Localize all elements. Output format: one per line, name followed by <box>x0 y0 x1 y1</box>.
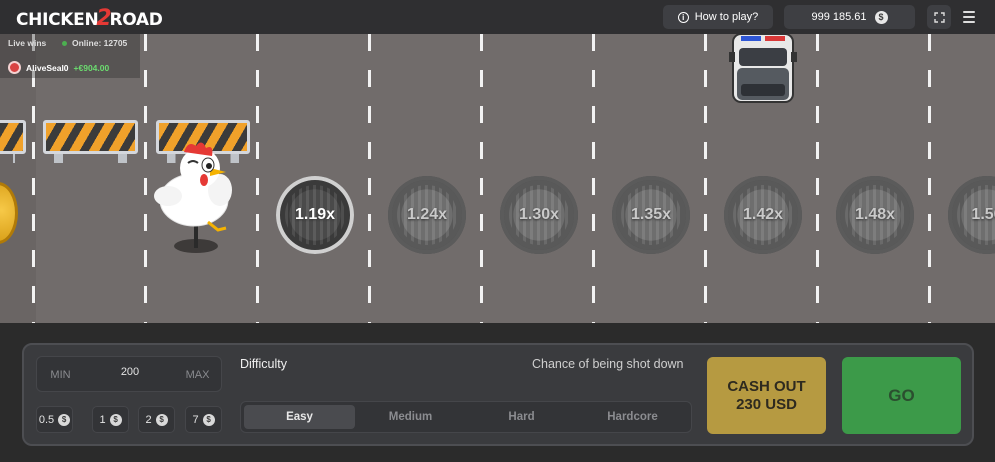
fullscreen-icon <box>933 11 945 23</box>
quick-bet-label: 0.5 <box>38 413 55 426</box>
multiplier-value: 1.24x <box>406 206 448 223</box>
info-icon: i <box>677 11 689 23</box>
quick-bet-label: 7 <box>192 413 199 426</box>
lane-divider <box>704 34 707 323</box>
multiplier-value: 1.56 <box>971 206 995 223</box>
multiplier-value: 1.30x <box>518 206 560 223</box>
lane-divider <box>256 34 259 323</box>
police-car-icon <box>729 34 797 103</box>
multiplier-value: 1.19x <box>294 206 336 223</box>
quick-bet-label: 1 <box>99 413 106 426</box>
lane-divider <box>480 34 483 323</box>
hamburger-menu-icon[interactable] <box>960 8 978 26</box>
cash-out-label: CASH OUT <box>727 377 806 395</box>
multiplier-manhole: 1.19x <box>276 176 354 254</box>
quick-bet-button[interactable]: 2 $ <box>138 406 175 433</box>
chicken-icon <box>154 142 232 253</box>
live-wins-panel: Live wins Online: 12705 AliveSeal0 +€904… <box>0 34 140 78</box>
fullscreen-button[interactable] <box>927 5 951 29</box>
cash-out-button[interactable]: CASH OUT 230 USD <box>707 357 826 434</box>
lane-divider <box>592 34 595 323</box>
online-count: Online: 12705 <box>62 38 127 48</box>
bet-amount-box: MIN 200 MAX <box>36 356 222 392</box>
dollar-coin-icon: $ <box>109 413 122 426</box>
logo-text-left: CHICKEN <box>16 10 99 30</box>
logo-text-right: ROAD <box>109 10 163 30</box>
chance-label: Chance of being shot down <box>532 357 684 371</box>
winner-name: AliveSeal0 <box>26 62 69 73</box>
multiplier-manhole: 1.35x <box>612 176 690 254</box>
go-button[interactable]: GO <box>842 357 961 434</box>
difficulty-tab-medium[interactable]: Medium <box>355 405 466 429</box>
lane-divider <box>368 34 371 323</box>
difficulty-tab-hard[interactable]: Hard <box>466 405 577 429</box>
dollar-coin-icon: $ <box>58 413 71 426</box>
avatar <box>8 61 21 74</box>
multiplier-value: 1.42x <box>742 206 784 223</box>
how-to-play-label: How to play? <box>694 11 759 23</box>
lane-divider <box>928 34 931 323</box>
multiplier-manhole: 1.30x <box>500 176 578 254</box>
difficulty-tab-hardcore[interactable]: Hardcore <box>577 405 688 429</box>
cash-out-amount: 230 USD <box>736 395 797 413</box>
lane-divider <box>816 34 819 323</box>
dollar-coin-icon: $ <box>155 413 168 426</box>
road-barrier <box>0 120 26 163</box>
multiplier-value: 1.48x <box>854 206 896 223</box>
game-road: Live wins Online: 12705 AliveSeal0 +€904… <box>0 34 995 323</box>
live-wins-label: Live wins <box>8 38 47 48</box>
online-label: Online: 12705 <box>72 38 128 48</box>
bet-control-panel: MIN 200 MAX 0.5 $ 1 $ 2 $ 7 $ Difficulty Cha… <box>22 343 974 446</box>
max-bet-button[interactable]: MAX <box>178 362 217 387</box>
dollar-coin-icon: $ <box>874 10 888 24</box>
multiplier-manhole: 1.56 <box>948 176 995 254</box>
quick-bet-button[interactable]: 7 $ <box>185 406 222 433</box>
winner-amount: +€904.00 <box>73 62 110 73</box>
lane-divider <box>144 34 147 323</box>
difficulty-tab-easy[interactable]: Easy <box>244 405 355 429</box>
multiplier-manhole: 1.48x <box>836 176 914 254</box>
multiplier-value: 1.35x <box>630 206 672 223</box>
difficulty-label: Difficulty <box>240 357 288 371</box>
multiplier-manhole: 1.42x <box>724 176 802 254</box>
how-to-play-button[interactable]: i How to play? <box>663 5 773 29</box>
live-win-entry: AliveSeal0 +€904.00 <box>8 61 109 74</box>
logo: CHICKEN2ROAD <box>16 6 163 31</box>
bet-amount-input[interactable]: 200 <box>95 366 165 378</box>
road-barrier <box>43 120 138 163</box>
quick-bet-button[interactable]: 0.5 $ <box>36 406 73 433</box>
balance-value: 999 185.61 <box>811 11 867 23</box>
balance-display: 999 185.61 $ <box>784 5 915 29</box>
top-bar: CHICKEN2ROAD i How to play? 999 185.61 $ <box>0 0 995 34</box>
dollar-coin-icon: $ <box>202 413 215 426</box>
multiplier-manhole: 1.24x <box>388 176 466 254</box>
quick-bet-label: 2 <box>145 413 152 426</box>
difficulty-selector: Easy Medium Hard Hardcore <box>240 401 692 433</box>
min-bet-button[interactable]: MIN <box>41 362 80 387</box>
quick-bet-button[interactable]: 1 $ <box>92 406 129 433</box>
